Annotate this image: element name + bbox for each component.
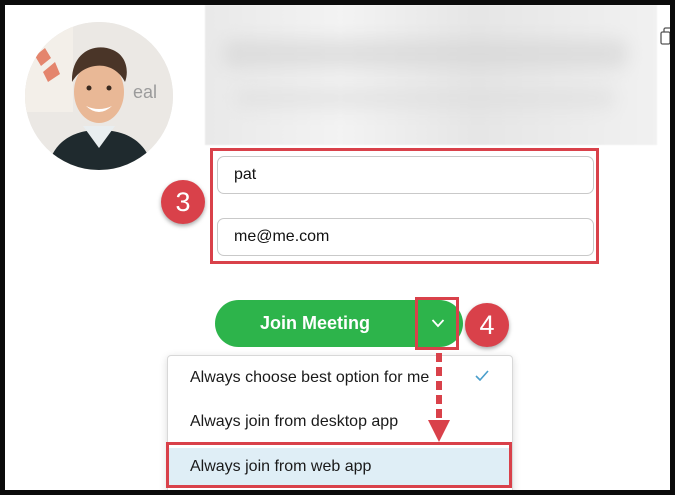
name-field-value: pat bbox=[234, 166, 257, 183]
menu-item-label: Always join from desktop app bbox=[190, 413, 399, 430]
menu-item-best-option[interactable]: Always choose best option for me bbox=[168, 359, 512, 397]
join-meeting-label: Join Meeting bbox=[259, 313, 370, 333]
check-icon bbox=[475, 370, 489, 381]
svg-text:eal: eal bbox=[133, 82, 157, 102]
annotation-arrow-head bbox=[428, 420, 450, 442]
step4-highlight-box bbox=[415, 297, 459, 350]
annotation-arrow-line bbox=[436, 353, 442, 423]
blurred-meeting-info bbox=[205, 5, 657, 145]
menu-item-label: Always choose best option for me bbox=[190, 369, 430, 386]
menu-item-desktop-app[interactable]: Always join from desktop app bbox=[168, 403, 512, 441]
avatar: eal bbox=[25, 22, 173, 170]
step-4-badge: 4 bbox=[465, 303, 509, 347]
web-app-highlight-box bbox=[166, 442, 512, 488]
window: eal pat me@me.com 3 Join Meeting 4 Alway… bbox=[0, 0, 675, 495]
step-3-badge: 3 bbox=[161, 180, 205, 224]
copy-icon[interactable] bbox=[660, 27, 674, 45]
email-field-value: me@me.com bbox=[234, 228, 330, 245]
name-field[interactable]: pat bbox=[217, 156, 594, 194]
email-field[interactable]: me@me.com bbox=[217, 218, 594, 256]
person-photo-icon: eal bbox=[25, 22, 173, 170]
